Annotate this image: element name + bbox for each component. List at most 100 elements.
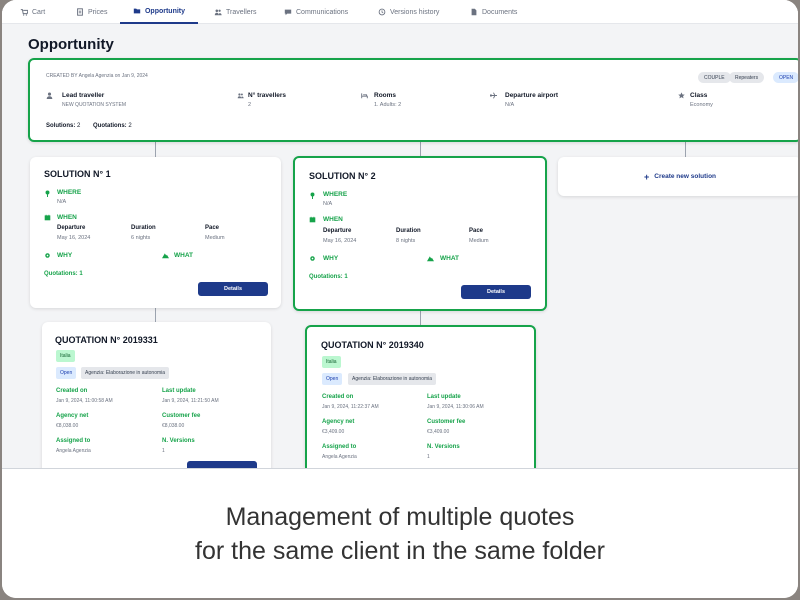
customer-fee-label: Customer fee	[427, 419, 466, 425]
pace-label: Pace	[469, 228, 484, 234]
solution-card-selected[interactable]: SOLUTION N° 2 WHERE N/A WHEN Departure M…	[293, 156, 547, 311]
tab-prices[interactable]: Prices	[76, 0, 107, 24]
agency-badge: Agenzia: Elaborazione in autonomia	[348, 373, 437, 385]
tab-versions-history[interactable]: Versions history	[378, 0, 439, 24]
pin-icon	[45, 190, 50, 197]
pin-icon	[310, 192, 315, 199]
app-window: Cart Prices Opportunity Travellers Commu…	[2, 0, 798, 468]
tab-travellers[interactable]: Travellers	[214, 0, 256, 24]
departure-airport-value: N/A	[505, 102, 515, 108]
badge-repeaters: Repeaters	[729, 72, 765, 83]
quotation-details-button[interactable]	[187, 461, 257, 468]
solutions-value: 2	[77, 123, 81, 129]
country-tag: Italia	[56, 350, 75, 362]
last-update-label: Last update	[162, 388, 196, 394]
badge-couple: COUPLE	[698, 72, 731, 83]
quotation-card-selected[interactable]: QUOTATION N° 2019340 Italia Open Agenzia…	[305, 325, 536, 468]
tab-label: Travellers	[226, 8, 257, 16]
folder-icon	[133, 8, 141, 14]
tab-bar: Cart Prices Opportunity Travellers Commu…	[2, 0, 798, 24]
versions-value: 1	[427, 454, 430, 460]
tab-label: Prices	[88, 8, 108, 16]
last-update-label: Last update	[427, 394, 461, 400]
connector-line	[420, 311, 421, 325]
assigned-to-label: Assigned to	[322, 444, 357, 450]
tab-communications[interactable]: Communications	[284, 0, 348, 24]
history-icon	[378, 8, 386, 16]
cart-icon	[20, 9, 28, 16]
gear-icon	[310, 256, 315, 261]
solutions-label: Solutions:	[46, 123, 76, 129]
page-title: Opportunity	[28, 36, 114, 53]
tab-opportunity[interactable]: Opportunity	[120, 0, 198, 24]
when-label: WHEN	[323, 216, 343, 223]
departure-airport-label: Departure airport	[505, 92, 559, 99]
where-label: WHERE	[57, 189, 82, 196]
quotations-value: 2	[128, 123, 132, 129]
details-button[interactable]: Details	[461, 285, 531, 299]
customer-fee-label: Customer fee	[162, 413, 201, 419]
badge-status-open: OPEN	[773, 72, 798, 83]
connector-line	[685, 142, 686, 157]
lead-traveller-label: Lead traveller	[62, 92, 105, 99]
duration-label: Duration	[131, 225, 156, 231]
caption-line-2: for the same client in the same folder	[195, 536, 605, 565]
pace-label: Pace	[205, 225, 220, 231]
pace-value: Medium	[469, 238, 489, 244]
tab-label: Communications	[296, 8, 349, 16]
solution-title: SOLUTION N° 2	[309, 171, 376, 181]
tab-cart[interactable]: Cart	[20, 0, 45, 24]
rooms-value: 1. Adults: 2	[374, 102, 402, 108]
created-on-label: Created on	[56, 388, 88, 394]
calendar-icon	[44, 214, 51, 221]
quotations-count: Quotations: 2	[93, 123, 132, 129]
star-icon	[678, 92, 685, 99]
travellers-count-label: N° travellers	[248, 92, 287, 99]
solution-card[interactable]: SOLUTION N° 1 WHERE N/A WHEN Departure M…	[30, 157, 281, 308]
receipt-icon	[77, 8, 83, 16]
travellers-count-value: 2	[248, 102, 252, 108]
plane-icon	[490, 92, 497, 99]
tab-label: Versions history	[390, 8, 440, 16]
mountain-icon	[427, 256, 434, 262]
document-icon	[471, 8, 477, 16]
tab-label: Opportunity	[144, 7, 186, 15]
connector-line	[420, 142, 421, 157]
why-label: WHY	[57, 252, 73, 259]
create-new-solution-label: Create new solution	[654, 173, 717, 180]
mountain-icon	[162, 253, 169, 259]
pace-value: Medium	[205, 235, 225, 241]
versions-value: 1	[162, 448, 165, 454]
class-label: Class	[690, 92, 708, 99]
duration-label: Duration	[396, 228, 421, 234]
lead-traveller-value: NEW QUOTATION SYSTEM	[62, 102, 126, 108]
last-update-value: Jan 9, 2024, 11:21:50 AM	[162, 398, 219, 404]
departure-value: May 16, 2024	[57, 235, 91, 241]
assigned-to-value: Angela Agenzia	[56, 448, 91, 454]
agency-net-label: Agency net	[322, 419, 355, 425]
create-new-solution-button[interactable]: + Create new solution	[558, 157, 798, 196]
customer-fee-value: €3,409.00	[427, 429, 450, 435]
tab-documents[interactable]: Documents	[470, 0, 517, 24]
assigned-to-value: Angela Agenzia	[322, 454, 357, 460]
created-on-value: Jan 9, 2024, 11:00:58 AM	[56, 398, 113, 404]
users-icon	[237, 93, 244, 99]
opportunity-summary-card: CREATED BY Angela Agenzia on Jan 9, 2024…	[28, 58, 798, 142]
quotations-label: Quotations:	[93, 123, 127, 129]
class-value: Economy	[690, 102, 713, 108]
tab-label: Documents	[482, 8, 518, 16]
caption-line-1: Management of multiple quotes	[225, 502, 575, 531]
solution-title: SOLUTION N° 1	[44, 169, 111, 179]
departure-value: May 16, 2024	[323, 238, 357, 244]
departure-label: Departure	[57, 225, 86, 231]
why-label: WHY	[323, 255, 339, 262]
quotation-card[interactable]: QUOTATION N° 2019331 Italia Open Agenzia…	[42, 322, 271, 468]
details-button[interactable]: Details	[198, 282, 268, 296]
quotation-title: QUOTATION N° 2019331	[55, 335, 158, 345]
status-badge: Open	[322, 373, 343, 385]
where-value: N/A	[57, 199, 67, 205]
agency-net-label: Agency net	[56, 413, 89, 419]
bed-icon	[361, 93, 368, 99]
last-update-value: Jan 9, 2024, 11:30:06 AM	[427, 404, 484, 410]
solutions-count: Solutions: 2	[46, 123, 80, 129]
